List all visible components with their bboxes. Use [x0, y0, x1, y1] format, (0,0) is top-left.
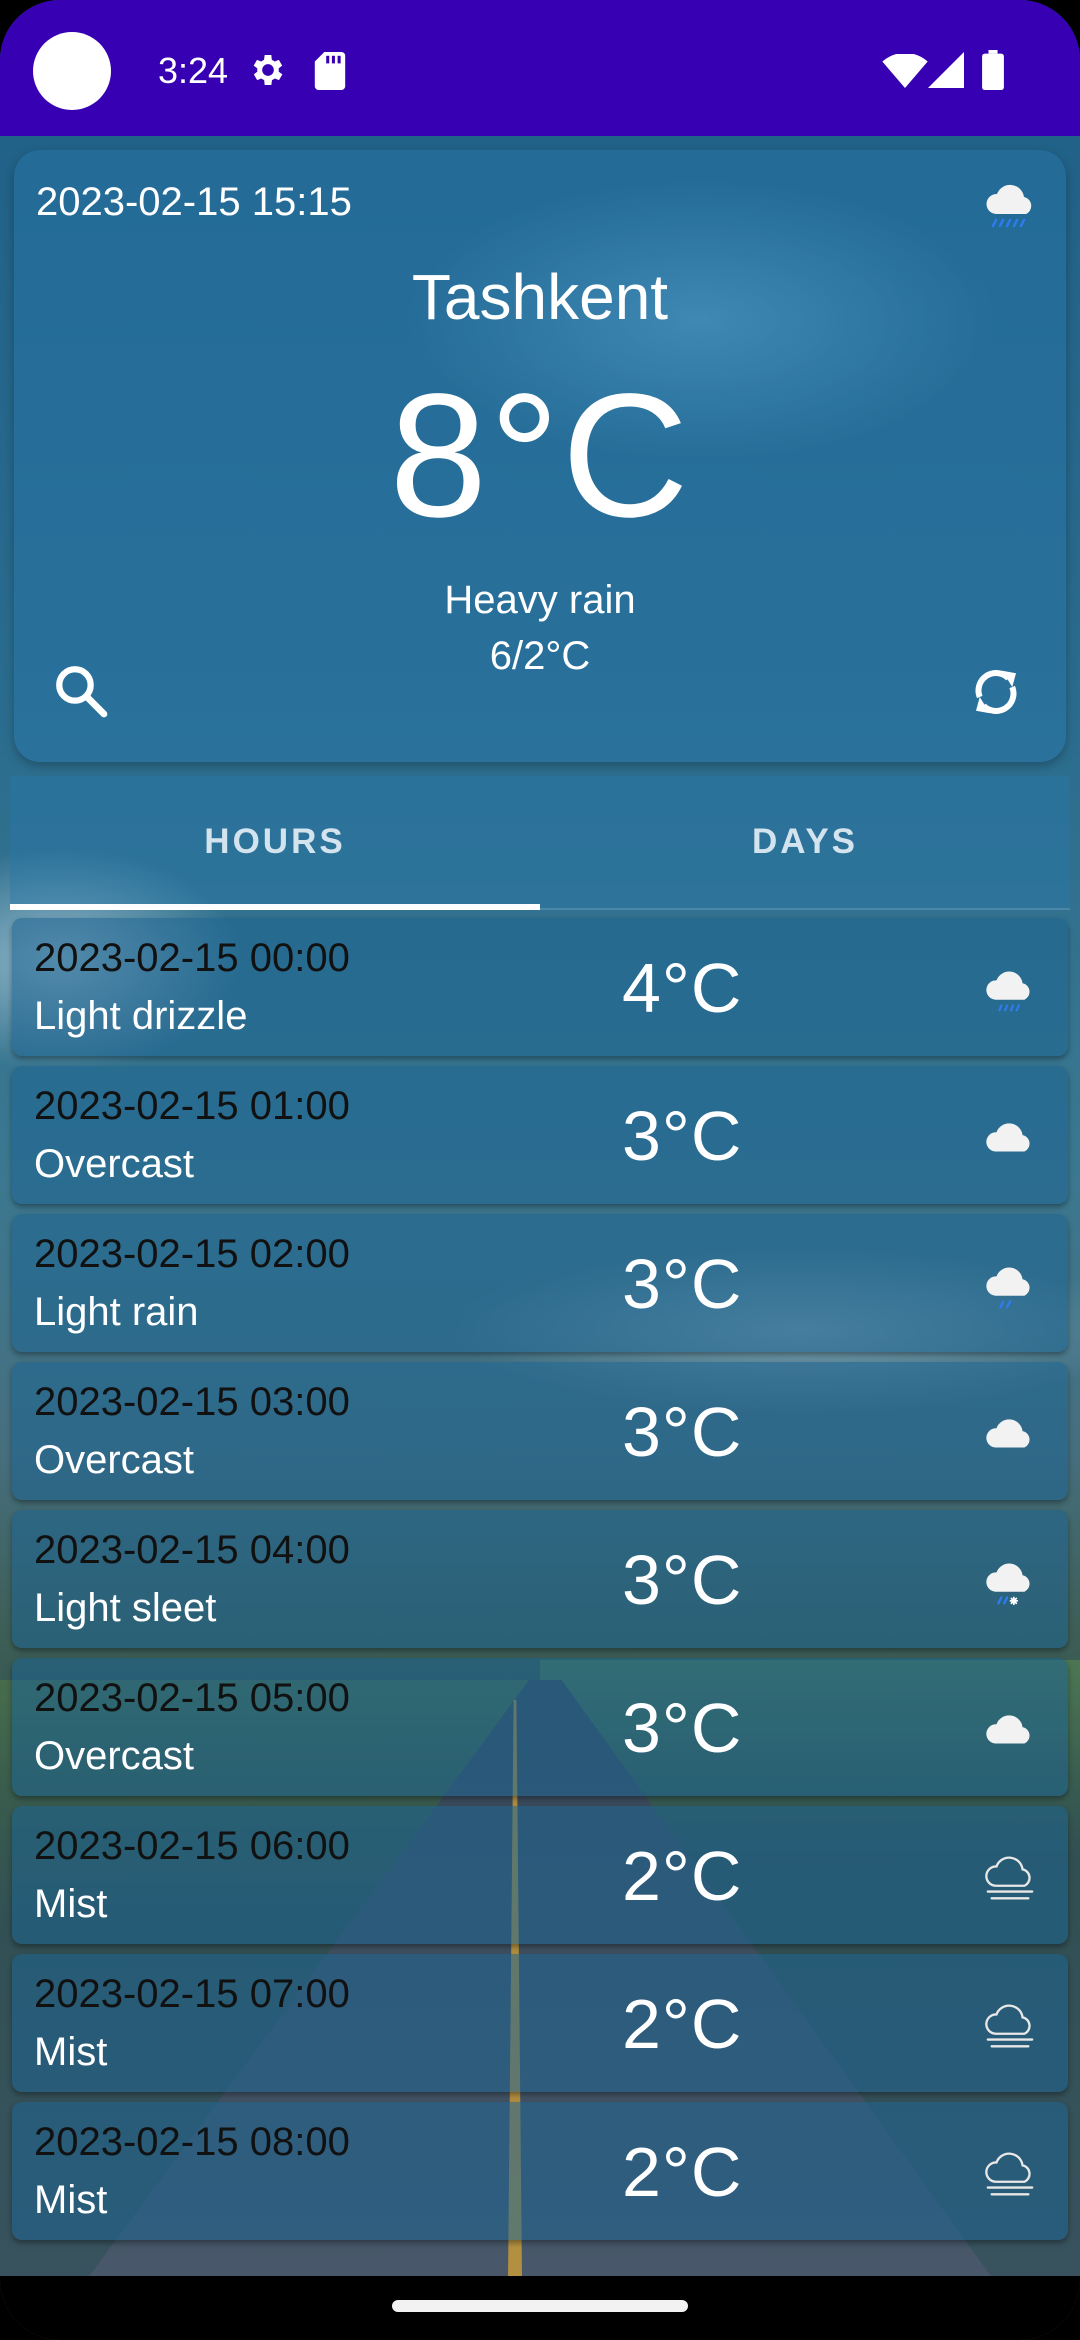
hour-temperature: 2°C	[622, 1837, 743, 1915]
cell-signal-icon	[928, 52, 964, 88]
list-item[interactable]: 2023-02-15 05:00 Overcast 3°C	[12, 1658, 1068, 1796]
hour-condition: Mist	[34, 2178, 108, 2222]
battery-icon	[982, 50, 1004, 90]
heavy-rain-cloud-icon	[986, 184, 1032, 228]
hour-time: 2023-02-15 07:00	[34, 1972, 350, 2016]
home-gesture-handle[interactable]	[392, 2300, 688, 2312]
list-item[interactable]: 2023-02-15 07:00 Mist 2°C	[12, 1954, 1068, 2092]
status-bar: 3:24	[0, 0, 1080, 136]
overcast-cloud-icon	[986, 1715, 1030, 1744]
drizzle-cloud-icon	[986, 971, 1030, 1012]
hour-condition: Light sleet	[34, 1586, 217, 1630]
hour-condition: Light rain	[34, 1290, 199, 1334]
current-condition: Heavy rain	[444, 578, 636, 622]
hour-temperature: 3°C	[622, 1245, 743, 1323]
tab-hours[interactable]: HOURS	[10, 776, 540, 908]
hour-condition: Overcast	[34, 1142, 195, 1186]
hour-temperature: 4°C	[622, 949, 743, 1027]
app-screen: 3:24 2023-02-15 15:15 Tashkent 8°C Heavy…	[0, 0, 1080, 2340]
tab-indicator	[10, 904, 540, 910]
hour-time: 2023-02-15 08:00	[34, 2120, 350, 2164]
avatar	[33, 32, 111, 110]
forecast-tabs: HOURS DAYS	[10, 776, 1070, 910]
sleet-cloud-icon	[986, 1563, 1030, 1606]
light-rain-cloud-icon	[986, 1267, 1030, 1309]
mist-cloud-icon	[985, 2152, 1034, 2196]
hour-time: 2023-02-15 06:00	[34, 1824, 350, 1868]
mist-cloud-icon	[985, 2004, 1034, 2048]
hour-time: 2023-02-15 02:00	[34, 1232, 350, 1276]
current-datetime: 2023-02-15 15:15	[36, 180, 352, 224]
hour-temperature: 2°C	[622, 2133, 743, 2211]
current-temperature: 8°C	[389, 358, 691, 554]
hour-temperature: 2°C	[622, 1985, 743, 2063]
list-item[interactable]: 2023-02-15 04:00 Light sleet 3°C	[12, 1510, 1068, 1648]
list-item[interactable]: 2023-02-15 01:00 Overcast 3°C	[12, 1066, 1068, 1204]
hour-condition: Mist	[34, 2030, 108, 2074]
hour-time: 2023-02-15 05:00	[34, 1676, 350, 1720]
hour-temperature: 3°C	[622, 1541, 743, 1619]
hour-time: 2023-02-15 00:00	[34, 936, 350, 980]
wifi-icon	[882, 54, 928, 88]
hour-condition: Overcast	[34, 1438, 195, 1482]
hour-temperature: 3°C	[622, 1097, 743, 1175]
status-time: 3:24	[158, 50, 229, 91]
list-item[interactable]: 2023-02-15 02:00 Light rain 3°C	[12, 1214, 1068, 1352]
current-weather-card: 2023-02-15 15:15 Tashkent 8°C Heavy rain…	[14, 150, 1066, 762]
list-item[interactable]: 2023-02-15 08:00 Mist 2°C	[12, 2102, 1068, 2240]
sd-card-icon	[314, 52, 346, 90]
hour-time: 2023-02-15 01:00	[34, 1084, 350, 1128]
search-icon[interactable]	[52, 662, 110, 720]
refresh-icon[interactable]	[966, 662, 1026, 722]
tab-days[interactable]: DAYS	[540, 776, 1070, 908]
overcast-cloud-icon	[986, 1123, 1030, 1152]
hourly-forecast-list[interactable]: 2023-02-15 00:00 Light drizzle 4°C 2023-…	[12, 918, 1068, 2250]
hour-condition: Light drizzle	[34, 994, 248, 1038]
hour-condition: Mist	[34, 1882, 108, 1926]
hour-temperature: 3°C	[622, 1689, 743, 1767]
list-item[interactable]: 2023-02-15 06:00 Mist 2°C	[12, 1806, 1068, 1944]
hour-temperature: 3°C	[622, 1393, 743, 1471]
hour-condition: Overcast	[34, 1734, 195, 1778]
hour-time: 2023-02-15 04:00	[34, 1528, 350, 1572]
city-name: Tashkent	[411, 261, 669, 333]
mist-cloud-icon	[985, 1856, 1034, 1900]
list-item[interactable]: 2023-02-15 00:00 Light drizzle 4°C	[12, 918, 1068, 1056]
list-item[interactable]: 2023-02-15 03:00 Overcast 3°C	[12, 1362, 1068, 1500]
min-max-temperature: 6/2°C	[489, 634, 591, 678]
gear-icon	[253, 55, 283, 85]
hour-time: 2023-02-15 03:00	[34, 1380, 350, 1424]
overcast-cloud-icon	[986, 1419, 1030, 1448]
